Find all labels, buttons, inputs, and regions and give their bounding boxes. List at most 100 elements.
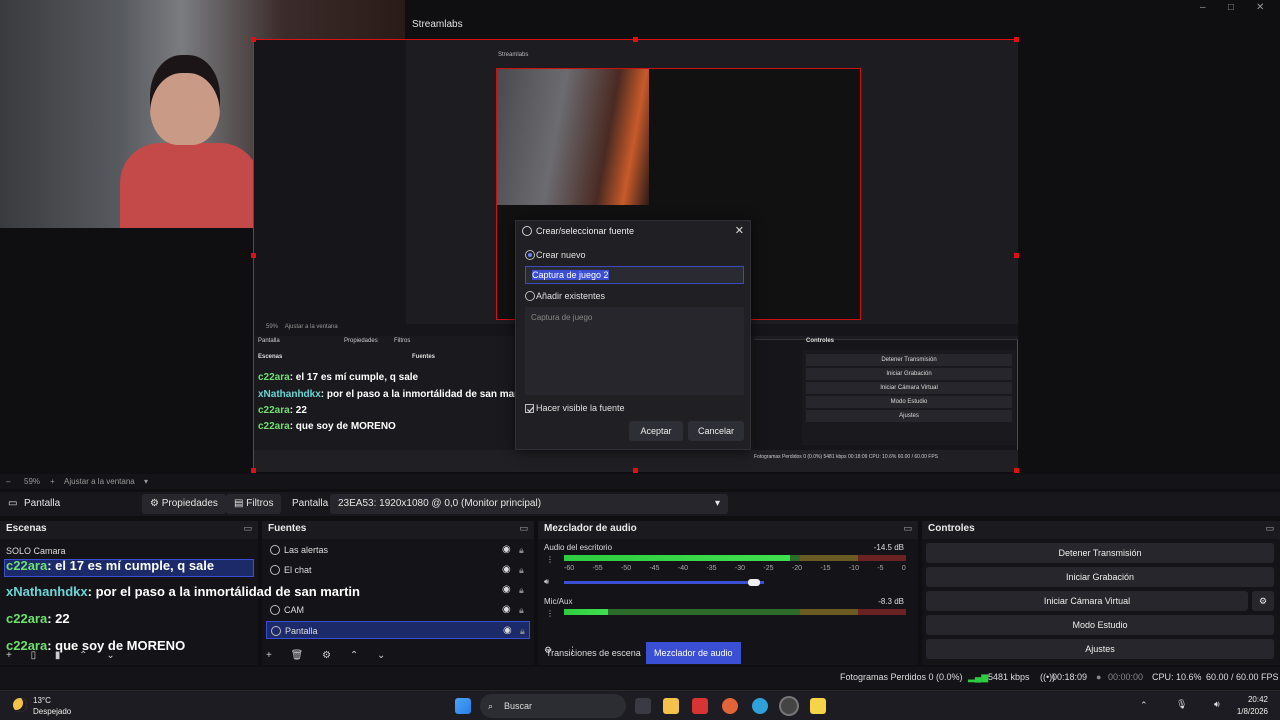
zoom-minus-icon[interactable]: – [6, 477, 10, 486]
source-row[interactable]: CAM ◉ 🔒︎ [266, 601, 530, 619]
mini-control-btn: Iniciar Cámara Virtual [806, 382, 1012, 394]
scale-tick: -10 [848, 565, 859, 572]
start-recording-button[interactable]: Iniciar Grabación [926, 567, 1274, 587]
fit-window[interactable]: Ajustar a la ventana [64, 477, 135, 486]
channel-db: -14.5 dB [873, 543, 904, 552]
chevron-down-icon[interactable]: ▾ [144, 477, 148, 486]
moon-icon [13, 698, 27, 712]
add-existing-radio[interactable] [525, 291, 535, 301]
accept-button[interactable]: Aceptar [629, 421, 683, 441]
filter-icon: ▤ [234, 498, 247, 509]
cpu: CPU: 10.6% [1152, 672, 1202, 682]
dock-menu-icon[interactable]: ▭ [519, 523, 528, 534]
filters-button[interactable]: ▤ Filtros [226, 494, 282, 514]
gear-icon[interactable]: ⚙ [1252, 591, 1274, 611]
taskbar-search[interactable]: ⌕ Buscar [480, 694, 626, 718]
source-row[interactable]: Pantalla ◉ 🔒︎ [266, 621, 530, 639]
monitor-icon: ▭ [8, 498, 18, 509]
weather-widget[interactable]: 13°C Despejado [33, 695, 71, 717]
stream-time: 00:18:09 [1052, 672, 1088, 682]
camera-icon [270, 605, 280, 615]
lock-icon: 🔒︎ [520, 626, 525, 636]
overlay-chat-line: c22ara: 22 [6, 611, 70, 626]
app-icon[interactable] [810, 698, 826, 714]
close-icon[interactable]: ✕ [735, 224, 744, 237]
make-visible-checkbox[interactable] [525, 404, 534, 413]
status-bar: Fotogramas Perdidos 0 (0.0%) ▂▄▆ 5481 kb… [0, 667, 1280, 689]
chat-icon [270, 565, 280, 575]
display-label: Pantalla [292, 498, 329, 509]
bitrate: 5481 kbps [988, 672, 1030, 682]
resize-handle[interactable] [633, 468, 638, 473]
eye-icon: ◉ [502, 584, 511, 595]
file-explorer-icon[interactable] [663, 698, 679, 714]
volume-knob[interactable] [748, 579, 760, 586]
task-view-icon[interactable] [635, 698, 651, 714]
dock-menu-icon[interactable]: ▭ [1265, 523, 1274, 534]
stop-stream-button[interactable]: Detener Transmisión [926, 543, 1274, 563]
resize-handle[interactable] [1014, 253, 1019, 258]
resize-handle[interactable] [1014, 37, 1019, 42]
eye-icon: ◉ [502, 564, 511, 575]
chevron-up-icon[interactable]: ⌃ [1140, 700, 1148, 711]
properties-button[interactable]: ⚙ Propiedades [142, 494, 226, 514]
minimize-icon[interactable]: – [1200, 2, 1206, 13]
windows-start-icon[interactable] [455, 698, 471, 714]
app-icon[interactable] [722, 698, 738, 714]
start-virtual-camera-button[interactable]: Iniciar Cámara Virtual [926, 591, 1248, 611]
overlay-chat-line: c22ara: el 17 es mí cumple, q sale [6, 558, 215, 573]
dropped-frames: Fotogramas Perdidos 0 (0.0%) [840, 672, 963, 682]
meter-fill [564, 609, 608, 615]
mini-sources-label: Fuentes [412, 354, 436, 360]
create-source-dialog: Crear/seleccionar fuente ✕ Crear nuevo C… [515, 220, 751, 450]
lock-icon: 🔒︎ [519, 605, 524, 615]
source-name-input[interactable]: Captura de juego 2 [525, 266, 744, 284]
dock-menu-icon[interactable]: ▭ [903, 523, 912, 534]
existing-sources-list[interactable]: Captura de juego [525, 307, 744, 395]
close-icon[interactable]: ✕ [1256, 2, 1264, 13]
source-row[interactable]: El chat ◉ 🔒︎ [266, 561, 530, 579]
channel-db: -8.3 dB [878, 597, 904, 606]
edge-icon[interactable] [752, 698, 768, 714]
mic-icon[interactable]: 🎙︎ [1176, 699, 1187, 710]
list-item[interactable]: Captura de juego [531, 313, 738, 322]
resize-handle[interactable] [251, 468, 256, 473]
dock-menu-icon[interactable]: ▭ [243, 523, 252, 534]
scale-tick: -25 [763, 565, 774, 572]
streamlabs-icon[interactable] [781, 698, 797, 714]
kebab-icon[interactable]: ⋮ [546, 609, 554, 618]
resize-handle[interactable] [251, 37, 256, 42]
mini-filters: Filtros [394, 338, 411, 344]
taskbar-clock[interactable]: 20:42 1/8/2026 [1237, 694, 1268, 718]
display-select[interactable]: 23EA53: 1920x1080 @ 0,0 (Monitor princip… [330, 494, 728, 514]
source-row[interactable]: Las alertas ◉ 🔒︎ [266, 541, 530, 559]
scale-tick: -60 [564, 565, 575, 572]
settings-button[interactable]: Ajustes [926, 639, 1274, 659]
office-icon[interactable] [692, 698, 708, 714]
make-visible-label: Hacer visible la fuente [536, 403, 625, 413]
tab-transitions[interactable]: Transiciones de escena [538, 642, 649, 664]
selected-source-name: Pantalla [24, 498, 61, 509]
volume-slider[interactable] [564, 581, 764, 584]
controls-title: Controles [928, 523, 975, 534]
overlay-chat-line: c22ara: que soy de MORENO [6, 638, 186, 653]
scenes-title: Escenas [6, 523, 47, 534]
scene-item[interactable]: SOLO Camara [6, 546, 66, 556]
mini-controls: Controles Detener Transmisión Iniciar Gr… [802, 338, 1016, 445]
source-tools[interactable]: + 🗑︎ ⚙ ⌃ ⌄ [266, 650, 393, 661]
tab-audio-mixer[interactable]: Mezclador de audio [646, 642, 741, 664]
resize-handle[interactable] [633, 37, 638, 42]
preview-chat-line: c22ara: el 17 es mí cumple, q sale [258, 372, 419, 383]
cancel-button[interactable]: Cancelar [688, 421, 744, 441]
zoom-plus-icon[interactable]: + [50, 477, 55, 486]
create-new-radio[interactable] [525, 250, 535, 260]
nested-webcam [497, 69, 649, 205]
resize-handle[interactable] [251, 253, 256, 258]
volume-icon[interactable]: 🔊︎ [1214, 699, 1220, 710]
speaker-icon[interactable]: 🔊︎ [544, 577, 549, 587]
studio-mode-button[interactable]: Modo Estudio [926, 615, 1274, 635]
maximize-icon[interactable]: □ [1228, 2, 1234, 13]
add-existing-label: Añadir existentes [536, 291, 606, 301]
resize-handle[interactable] [1014, 468, 1019, 473]
kebab-icon[interactable]: ⋮ [546, 555, 554, 564]
